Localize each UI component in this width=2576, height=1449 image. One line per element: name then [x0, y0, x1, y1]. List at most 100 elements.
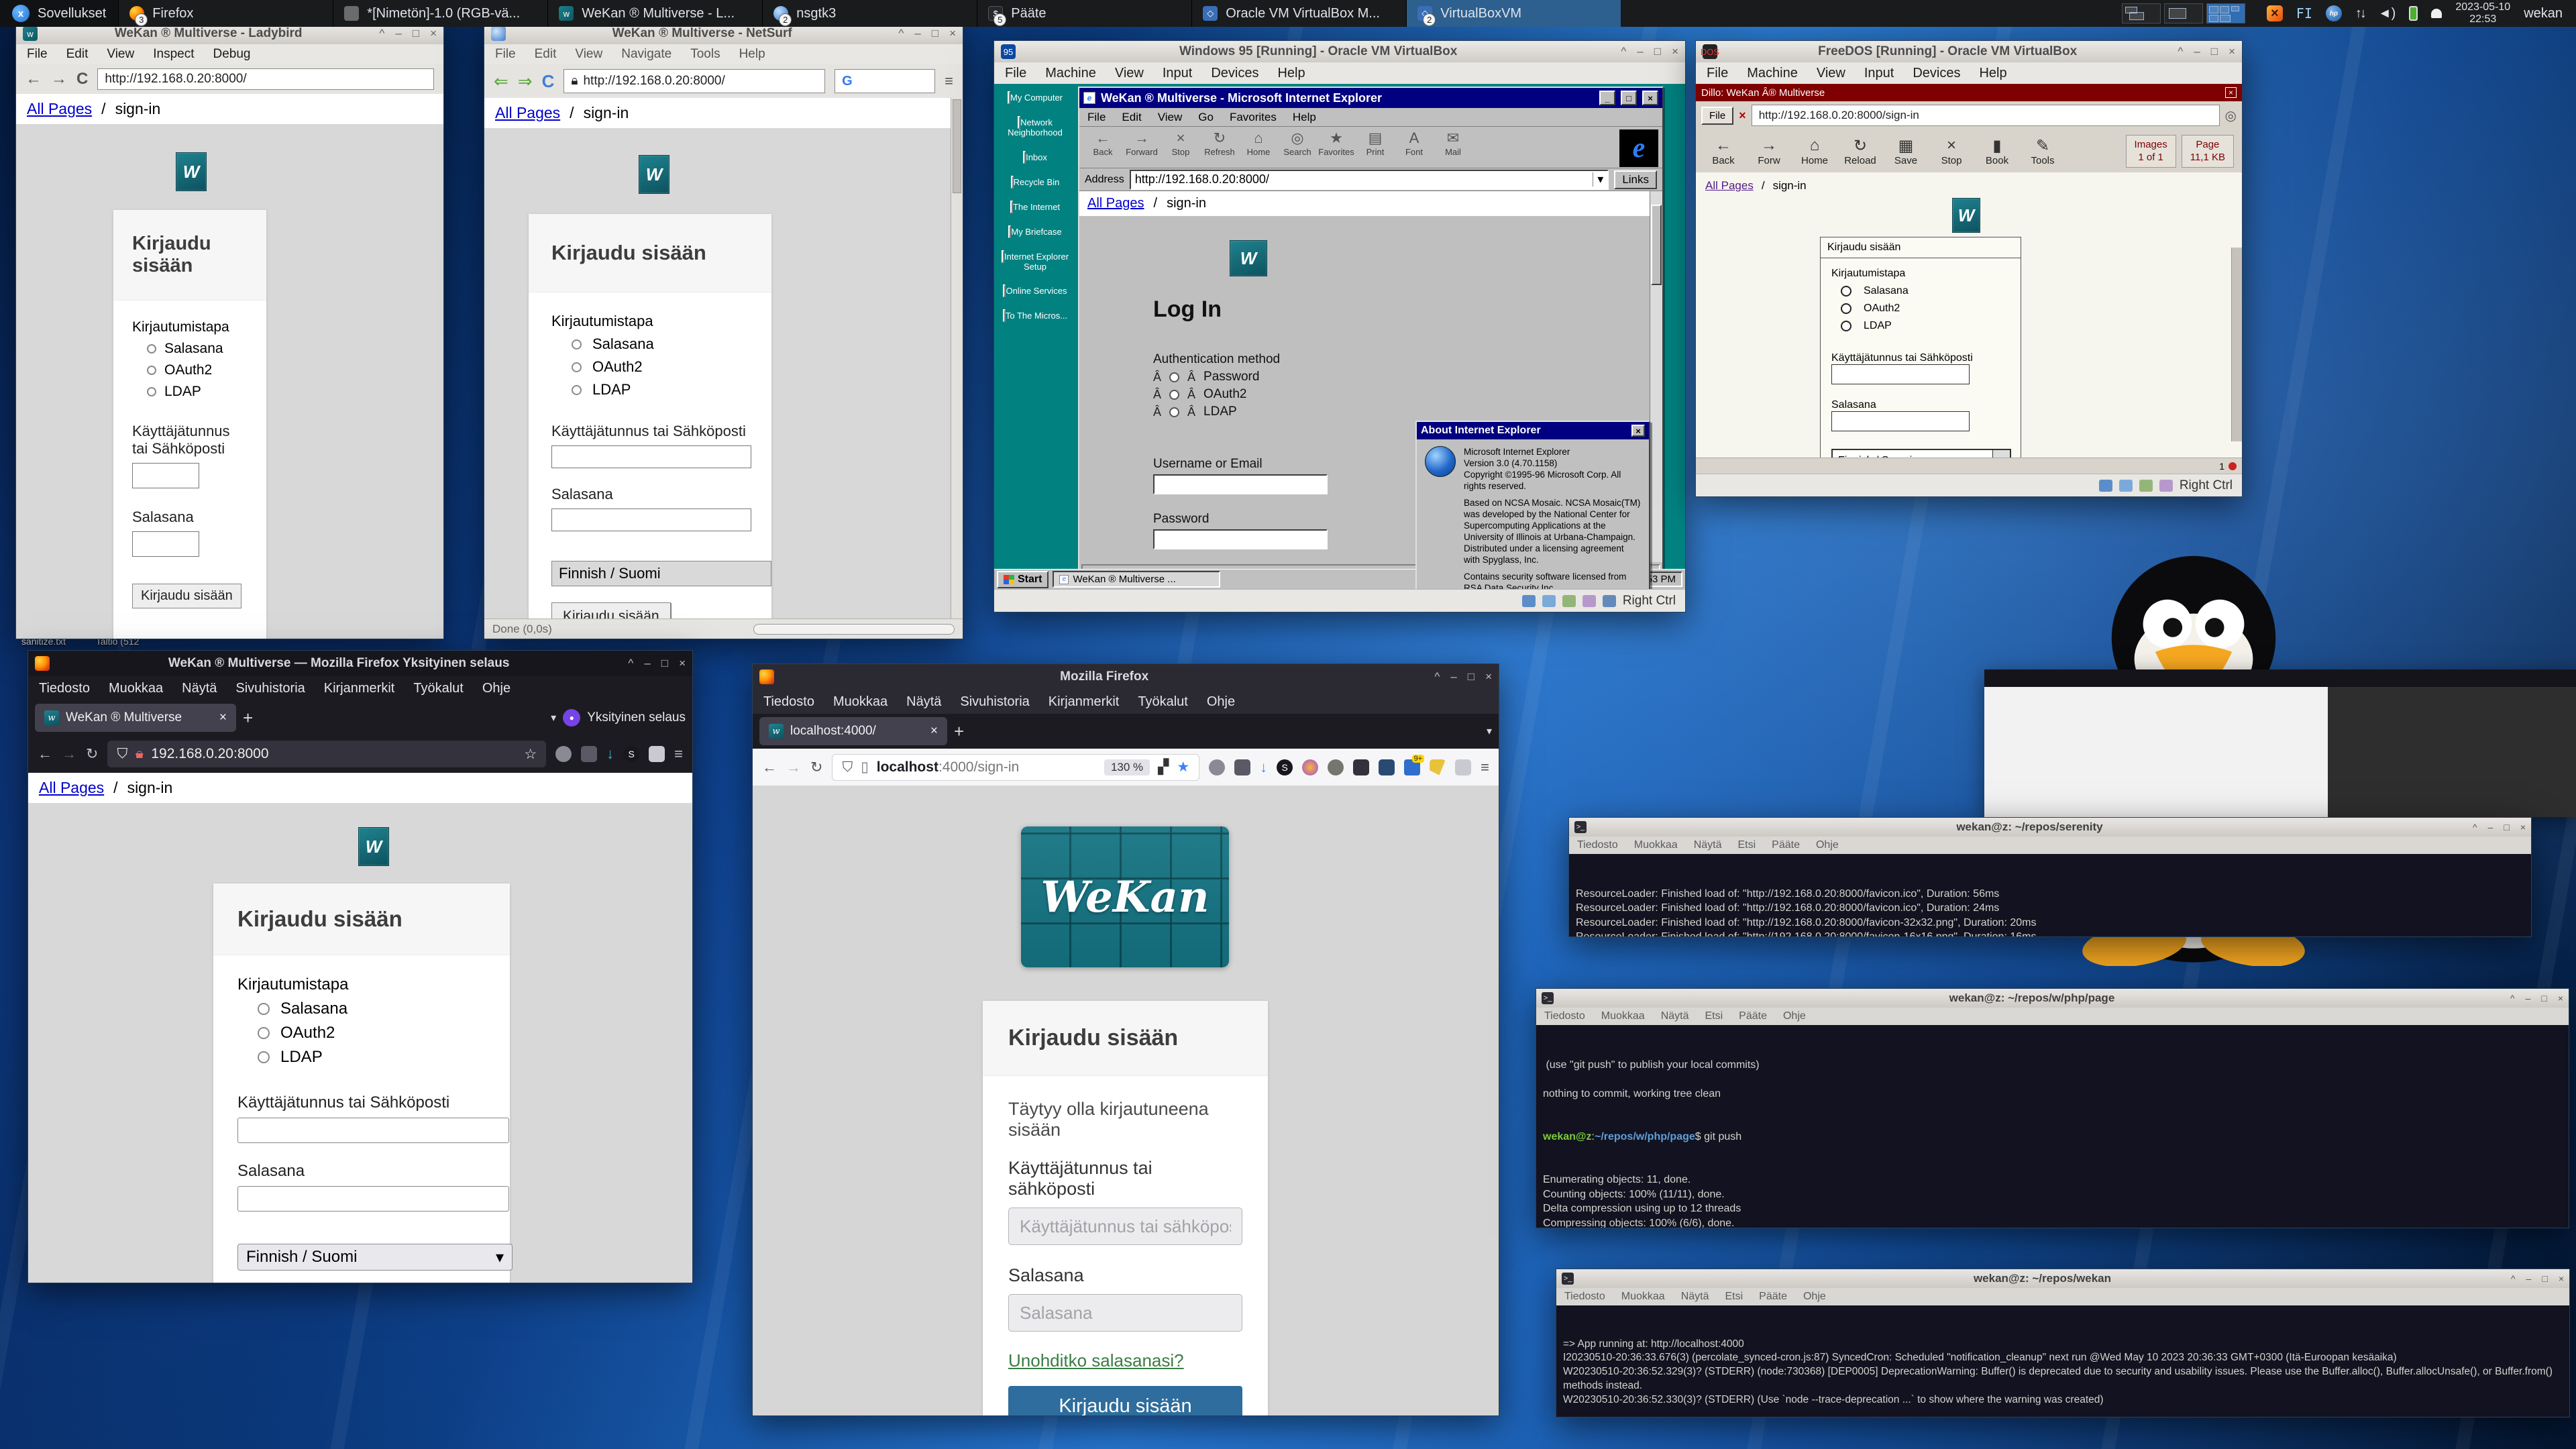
maximize-icon[interactable]: □	[1468, 670, 1474, 684]
applications-menu[interactable]: x Sovellukset	[0, 0, 118, 27]
toolbar-button[interactable]: ×Stop	[1932, 136, 1971, 166]
shade-icon[interactable]: –	[2526, 1273, 2532, 1284]
toolbar-button[interactable]: ↻Refresh	[1200, 129, 1239, 157]
workspace-1[interactable]	[2122, 3, 2161, 23]
menu-item[interactable]: Edit	[1122, 111, 1141, 124]
vbox-titlebar[interactable]: 95 Windows 95 [Running] - Oracle VM Virt…	[994, 41, 1685, 62]
menu-item[interactable]: Ohje	[1207, 694, 1235, 710]
menu-item[interactable]: Työkalut	[1138, 694, 1187, 710]
menu-item[interactable]: Help	[1979, 66, 2006, 81]
minimize-icon[interactable]: ^	[1621, 45, 1626, 58]
toolbar-button[interactable]: →Forw	[1750, 136, 1788, 166]
tab-close-icon[interactable]: ×	[930, 724, 938, 739]
menu-item[interactable]: File	[27, 47, 48, 62]
keyboard-layout-indicator[interactable]: FI	[2296, 5, 2312, 21]
toolbar-button[interactable]: ✎Tools	[2023, 136, 2062, 166]
close-icon[interactable]: ×	[2520, 822, 2526, 833]
toolbar-button[interactable]: ◎Search	[1278, 129, 1317, 157]
menu-item[interactable]: Tools	[690, 47, 720, 62]
radio-option[interactable]: ÂÂLDAP	[1153, 405, 1662, 419]
password-input[interactable]	[237, 1186, 509, 1212]
menu-item[interactable]: Tiedosto	[1544, 1010, 1585, 1022]
menu-item[interactable]: Sivuhistoria	[960, 694, 1029, 710]
radio-option[interactable]: Salasana	[572, 335, 749, 353]
toolbar-button[interactable]: AFont	[1395, 129, 1434, 157]
forward-icon[interactable]: →	[786, 759, 801, 776]
menu-item[interactable]: Ohje	[1816, 839, 1839, 851]
menu-item[interactable]: Ohje	[1803, 1291, 1826, 1303]
all-pages-link[interactable]: All Pages	[495, 104, 560, 122]
tab-localhost[interactable]: w localhost:4000/ ×	[759, 717, 947, 745]
menu-item[interactable]: Help	[1293, 111, 1316, 124]
language-select[interactable]: Finnish / Suomi	[551, 561, 771, 586]
close-icon[interactable]: ×	[949, 27, 956, 40]
url-bar[interactable]: http://192.168.0.20:8000/	[97, 68, 434, 90]
reload-icon[interactable]: ↻	[810, 759, 822, 776]
shade-icon[interactable]: –	[2194, 45, 2200, 58]
bitwarden-icon[interactable]	[1379, 759, 1395, 775]
close-icon[interactable]: ×	[430, 27, 437, 40]
radio-icon[interactable]	[1841, 303, 1851, 314]
shade-icon[interactable]: –	[2526, 993, 2531, 1004]
toolbar-button[interactable]: ×Stop	[1161, 129, 1200, 157]
password-input[interactable]	[1831, 411, 1970, 431]
menu-item[interactable]: View	[1158, 111, 1183, 124]
menu-icon[interactable]: ≡	[674, 745, 683, 763]
win95-desktop-icon[interactable]: My Briefcase	[998, 227, 1072, 237]
menu-item[interactable]: File	[1087, 111, 1106, 124]
all-pages-link[interactable]: All Pages	[39, 779, 104, 797]
minimize-icon[interactable]: ^	[898, 27, 904, 40]
search-icon[interactable]: ◎	[2225, 107, 2237, 124]
language-select[interactable]: Finnish / Suomi▾	[237, 1244, 513, 1271]
win95-desktop-icon[interactable]: The Internet	[998, 203, 1072, 213]
shield-icon[interactable]: ⛉	[842, 759, 853, 775]
bookmark-star-icon[interactable]: ★	[1177, 759, 1189, 775]
address-input[interactable]: http://192.168.0.20:8000/▾	[1130, 170, 1609, 190]
menu-item[interactable]: Devices	[1211, 66, 1258, 81]
new-tab-button[interactable]: +	[954, 721, 964, 742]
toolbar-button[interactable]: ▦Save	[1886, 136, 1925, 166]
s-extension-icon[interactable]: S	[1277, 759, 1293, 775]
menu-item[interactable]: Edit	[535, 47, 557, 62]
password-input[interactable]	[1153, 529, 1328, 549]
menu-item[interactable]: Tiedosto	[763, 694, 814, 710]
close-icon[interactable]: ×	[679, 657, 686, 670]
list-tabs-icon[interactable]: ▾	[551, 711, 556, 724]
clock[interactable]: 2023-05-1022:53	[2455, 1, 2510, 25]
toolbar-button[interactable]: →Forward	[1122, 129, 1161, 157]
radio-icon[interactable]	[1169, 372, 1179, 382]
taskbar-item-firefox[interactable]: Firefox 3	[118, 0, 333, 27]
menu-item[interactable]: Tiedosto	[39, 681, 90, 696]
username-input[interactable]	[237, 1118, 509, 1143]
terminal-titlebar[interactable]: >_ wekan@z: ~/repos/wekan ^–□×	[1556, 1269, 2569, 1288]
firefox-titlebar[interactable]: Mozilla Firefox ^–□×	[753, 664, 1499, 690]
zoom-level-badge[interactable]: 130 %	[1104, 759, 1150, 775]
hexchat-icon[interactable]: ×	[2267, 5, 2283, 21]
radio-option[interactable]: LDAP	[147, 384, 248, 400]
menu-item[interactable]: Pääte	[1759, 1291, 1787, 1303]
menu-item[interactable]: Ohje	[1783, 1010, 1806, 1022]
menu-item[interactable]: Muokkaa	[109, 681, 163, 696]
maximize-icon[interactable]: □	[1621, 91, 1637, 105]
taskbar-item-gimp[interactable]: *[Nimetön]-1.0 (RGB-vä...	[333, 0, 547, 27]
close-icon[interactable]: ×	[2559, 1273, 2564, 1284]
search-box[interactable]: G	[835, 69, 935, 93]
menu-item[interactable]: Ohje	[482, 681, 511, 696]
radio-option[interactable]: ÂÂOAuth2	[1153, 387, 1662, 402]
menu-item[interactable]: Tiedosto	[1577, 839, 1618, 851]
menu-item[interactable]: View	[107, 47, 134, 62]
maximize-icon[interactable]: □	[2504, 822, 2509, 833]
toolbar-button[interactable]: ★Favorites	[1317, 129, 1356, 157]
menu-item[interactable]: Sivuhistoria	[235, 681, 305, 696]
back-icon[interactable]: ←	[762, 759, 777, 776]
dillo-titlebar[interactable]: Dillo: WeKan Â® Multiverse ×	[1696, 84, 2242, 101]
back-icon[interactable]: ⇐	[494, 71, 508, 92]
radio-icon[interactable]	[147, 387, 156, 396]
menu-item[interactable]: Pääte	[1739, 1010, 1767, 1022]
bookmark-star-icon[interactable]: ☆	[524, 746, 537, 763]
file-button[interactable]: File	[1701, 107, 1733, 125]
forward-icon[interactable]: ⇒	[518, 71, 533, 92]
s-extension-icon[interactable]: S	[623, 746, 639, 762]
reload-icon[interactable]: C	[76, 70, 88, 89]
win95-desktop-icon[interactable]: Network Neighborhood	[998, 118, 1072, 138]
